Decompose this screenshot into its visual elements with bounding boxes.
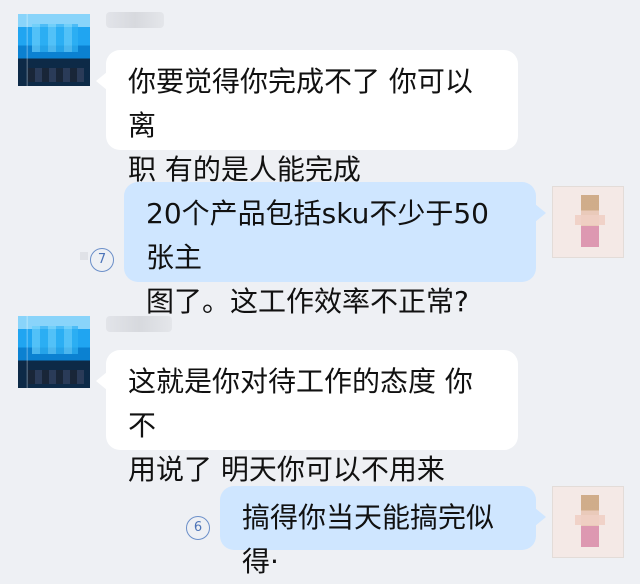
- sender-avatar[interactable]: [18, 14, 90, 86]
- sender-avatar[interactable]: [18, 316, 90, 388]
- read-count-badge: 7: [90, 248, 114, 272]
- message-bubble[interactable]: 20个产品包括sku不少于50张主 图了。这工作效率不正常?: [124, 182, 546, 318]
- sender-name-blurred: [106, 316, 172, 332]
- message-bubble[interactable]: 搞得你当天能搞完似得·: [220, 486, 546, 578]
- status-mark: [80, 252, 88, 260]
- my-avatar[interactable]: [552, 186, 624, 258]
- message-bubble[interactable]: 这就是你对待工作的态度 你不 用说了 明天你可以不用来: [96, 350, 518, 486]
- sender-name-blurred: [106, 12, 164, 28]
- read-count-badge: 6: [186, 516, 210, 540]
- my-avatar[interactable]: [552, 486, 624, 558]
- message-bubble[interactable]: 你要觉得你完成不了 你可以离 职 有的是人能完成: [96, 50, 518, 186]
